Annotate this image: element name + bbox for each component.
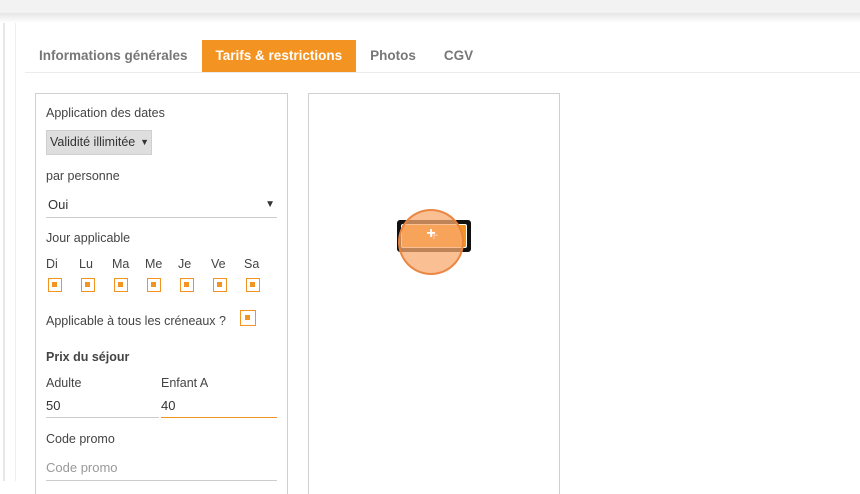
chevron-down-icon: ▼ (265, 199, 275, 210)
day-label-sa: Sa (244, 257, 260, 271)
tab-informations-generales[interactable]: Informations générales (25, 40, 202, 72)
day-checkbox-di[interactable] (48, 278, 62, 292)
top-bar-shadow (0, 13, 860, 23)
day-checkbox-ve[interactable] (213, 278, 227, 292)
per-person-value: Oui (48, 197, 69, 212)
day-checkbox-me[interactable] (147, 278, 161, 292)
per-person-select[interactable]: Oui ▼ (46, 194, 277, 218)
left-border (3, 23, 5, 481)
all-slots-label: Applicable à tous les créneaux ? (46, 314, 226, 328)
tarif-form-panel: Application des dates Validité illimitée… (35, 93, 288, 494)
date-application-value: Validité illimitée (50, 135, 136, 149)
day-label-di: Di (46, 257, 58, 271)
day-label-me: Me (145, 257, 163, 271)
date-application-select[interactable]: Validité illimitée ▼ (46, 130, 152, 155)
add-button[interactable]: + (397, 220, 471, 252)
day-label-je: Je (178, 257, 192, 271)
plus-icon: + (401, 224, 467, 248)
top-bar (0, 0, 860, 13)
adult-price-input[interactable]: 50 (46, 398, 60, 413)
tab-tarifs-restrictions[interactable]: Tarifs & restrictions (201, 40, 357, 72)
day-checkbox-sa[interactable] (246, 278, 260, 292)
adult-price-label: Adulte (46, 376, 82, 390)
price-section-title: Prix du séjour (46, 350, 130, 364)
tabs-divider (25, 72, 860, 73)
left-border-inner (15, 23, 16, 481)
promo-code-input[interactable]: Code promo (46, 459, 277, 479)
promo-label: Code promo (46, 432, 115, 446)
child-price-underline (161, 417, 277, 418)
restrictions-panel: + + (308, 93, 560, 494)
per-person-label: par personne (46, 169, 120, 183)
tab-bar: Informations générales Tarifs & restrict… (25, 40, 487, 72)
day-label-ve: Ve (211, 257, 226, 271)
date-application-label: Application des dates (46, 106, 165, 120)
tab-cgv[interactable]: CGV (430, 40, 487, 72)
day-label-lu: Lu (79, 257, 93, 271)
day-checkbox-ma[interactable] (114, 278, 128, 292)
adult-price-underline (46, 417, 159, 418)
days-label: Jour applicable (46, 231, 131, 245)
day-checkbox-lu[interactable] (81, 278, 95, 292)
child-price-input[interactable]: 40 (161, 398, 175, 413)
chevron-down-icon: ▼ (140, 137, 149, 147)
day-checkbox-je[interactable] (180, 278, 194, 292)
day-label-ma: Ma (112, 257, 130, 271)
tab-photos[interactable]: Photos (356, 40, 430, 72)
child-price-label: Enfant A (161, 376, 209, 390)
all-slots-checkbox[interactable] (240, 310, 256, 326)
